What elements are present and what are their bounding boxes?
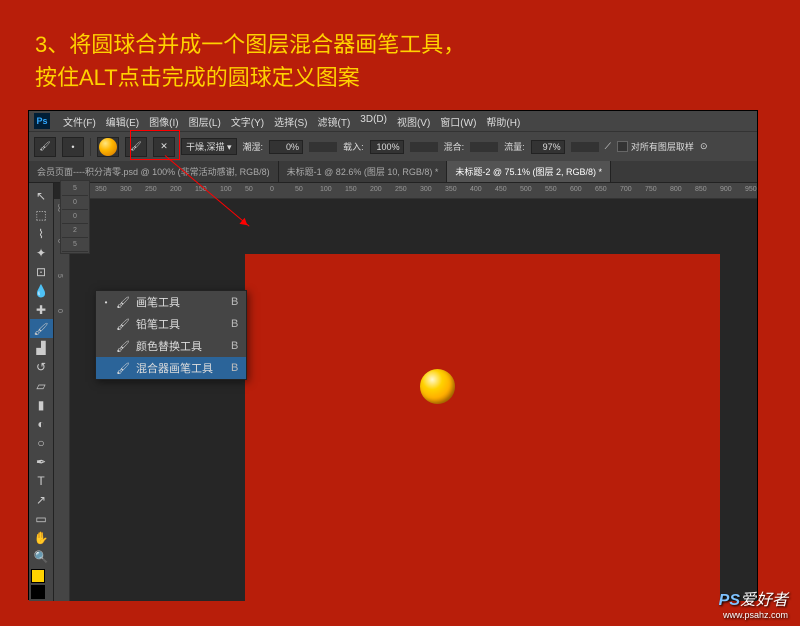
mix-label: 混合: [444,140,465,153]
document-canvas[interactable] [245,254,720,601]
tool-preset-icon[interactable]: 🖌 [34,137,56,157]
document-tab[interactable]: 未标题-2 @ 75.1% (图层 2, RGB/8) * [447,161,611,182]
workspace: ↖⬚⌇✦⊡💧✚🖌▟↺▱▮◐○✒T↗▭✋🔍 4003503002502001501… [29,183,757,601]
mini-ruler-panel: 50025 [60,180,90,254]
menu-item[interactable]: 帮助(H) [481,114,525,129]
instruction-text: 3、将圆球合并成一个图层混合器画笔工具， 按住ALT点击完成的圆球定义图案 [0,0,800,104]
menu-bar: Ps 文件(F)编辑(E)图像(I)图层(L)文字(Y)选择(S)滤镜(T)3D… [29,111,757,131]
horizontal-ruler: 4003503002502001501005005010015020025030… [70,183,757,199]
brush-tool-flyout: • 🖌 画笔工具 B 🖌 铅笔工具 B 🖌 颜色替换工具 B 🖌 混合器画笔工具 B [95,290,247,380]
pen-tool[interactable]: ✒ [30,453,53,472]
brush-icon[interactable]: 🖌 [125,137,147,157]
stamp-tool[interactable]: ▟ [30,338,53,357]
lasso-tool[interactable]: ⌇ [30,224,53,243]
flow-input[interactable]: 97% [531,140,565,154]
flow-label: 流量: [504,140,525,153]
eraser-tool[interactable]: ▱ [30,376,53,395]
vertical-ruler: 50050 [54,199,70,601]
tablet-pressure-icon[interactable]: ⊙ [700,141,708,152]
airbrush-icon[interactable]: ⟋ [605,141,611,152]
heal-tool[interactable]: ✚ [30,300,53,319]
orange-sphere [420,369,455,404]
eyedrop-tool[interactable]: 💧 [30,281,53,300]
current-load-icon[interactable] [97,137,119,157]
document-tabs: 会员页面----积分清零.psd @ 100% (非常活动感谢, RGB/8)未… [29,161,757,183]
menu-item[interactable]: 窗口(W) [435,114,481,129]
tool-flyout-item[interactable]: 🖌 颜色替换工具 B [96,335,246,357]
menu-item[interactable]: 视图(V) [392,114,435,129]
menu-item[interactable]: 选择(S) [269,114,312,129]
shortcut-label: B [231,296,238,308]
dodge-tool[interactable]: ○ [30,434,53,453]
mode-dropdown[interactable]: 干燥,深描 ▾ [181,138,237,155]
opacity-slider[interactable] [309,142,337,152]
shortcut-label: B [231,362,238,374]
move-tool[interactable]: ↖ [30,186,53,205]
load-label: 载入: [343,140,364,153]
tool-flyout-item[interactable]: 🖌 混合器画笔工具 B [96,357,246,379]
canvas-area[interactable] [70,199,757,601]
shape-tool[interactable]: ▭ [30,510,53,529]
options-bar: 🖌 • 🖌 ✕ 干燥,深描 ▾ 潮湿: 0% 载入: 100% 混合: 流量: … [29,131,757,161]
shortcut-label: B [231,340,238,352]
blur-tool[interactable]: ◐ [30,415,53,434]
foreground-color[interactable] [31,569,45,583]
load-input[interactable]: 100% [370,140,404,154]
menu-item[interactable]: 图像(I) [144,114,183,129]
ps-logo-icon: Ps [34,113,50,129]
crop-tool[interactable]: ⊡ [30,262,53,281]
brush-preset-icon[interactable]: • [62,137,84,157]
menu-item[interactable]: 图层(L) [184,114,226,129]
menu-item[interactable]: 滤镜(T) [313,114,356,129]
opacity-label: 潮湿: [243,140,264,153]
watermark: PS爱好者 www.psahz.com [719,586,788,620]
brush-tool[interactable]: 🖌 [30,319,53,338]
path-tool[interactable]: ↗ [30,491,53,510]
document-tab[interactable]: 会员页面----积分清零.psd @ 100% (非常活动感谢, RGB/8) [29,161,279,182]
marquee-tool[interactable]: ⬚ [30,205,53,224]
menu-item[interactable]: 3D(D) [355,114,392,129]
colorreplace-icon: 🖌 [114,339,132,354]
wand-tool[interactable]: ✦ [30,243,53,262]
mix-slider[interactable] [470,142,498,152]
mixer-icon: 🖌 [114,361,132,376]
tool-label: 铅笔工具 [136,316,213,332]
clean-brush-icon[interactable]: ✕ [153,137,175,157]
hand-tool[interactable]: ✋ [30,529,53,548]
pencil-icon: 🖌 [114,317,132,332]
tool-flyout-item[interactable]: 🖌 铅笔工具 B [96,313,246,335]
selected-dot-icon: • [102,298,110,307]
document-tab[interactable]: 未标题-1 @ 82.6% (图层 10, RGB/8) * [279,161,448,182]
text-tool[interactable]: T [30,472,53,491]
flow-slider[interactable] [571,142,599,152]
tool-label: 混合器画笔工具 [136,360,213,376]
brush-icon: 🖌 [114,295,132,310]
menu-item[interactable]: 文字(Y) [226,114,269,129]
shortcut-label: B [231,318,238,330]
sample-all-layers-checkbox[interactable]: 对所有图层取样 [617,140,694,153]
zoom-tool[interactable]: 🔍 [30,548,53,567]
opacity-input[interactable]: 0% [269,140,303,154]
tool-flyout-item[interactable]: • 🖌 画笔工具 B [96,291,246,313]
background-color[interactable] [31,585,45,599]
history-tool[interactable]: ↺ [30,357,53,376]
tool-label: 画笔工具 [136,294,213,310]
load-slider[interactable] [410,142,438,152]
gradient-tool[interactable]: ▮ [30,396,53,415]
menu-item[interactable]: 编辑(E) [101,114,144,129]
toolbox: ↖⬚⌇✦⊡💧✚🖌▟↺▱▮◐○✒T↗▭✋🔍 [29,183,54,601]
menu-item[interactable]: 文件(F) [58,114,101,129]
tool-label: 颜色替换工具 [136,338,213,354]
